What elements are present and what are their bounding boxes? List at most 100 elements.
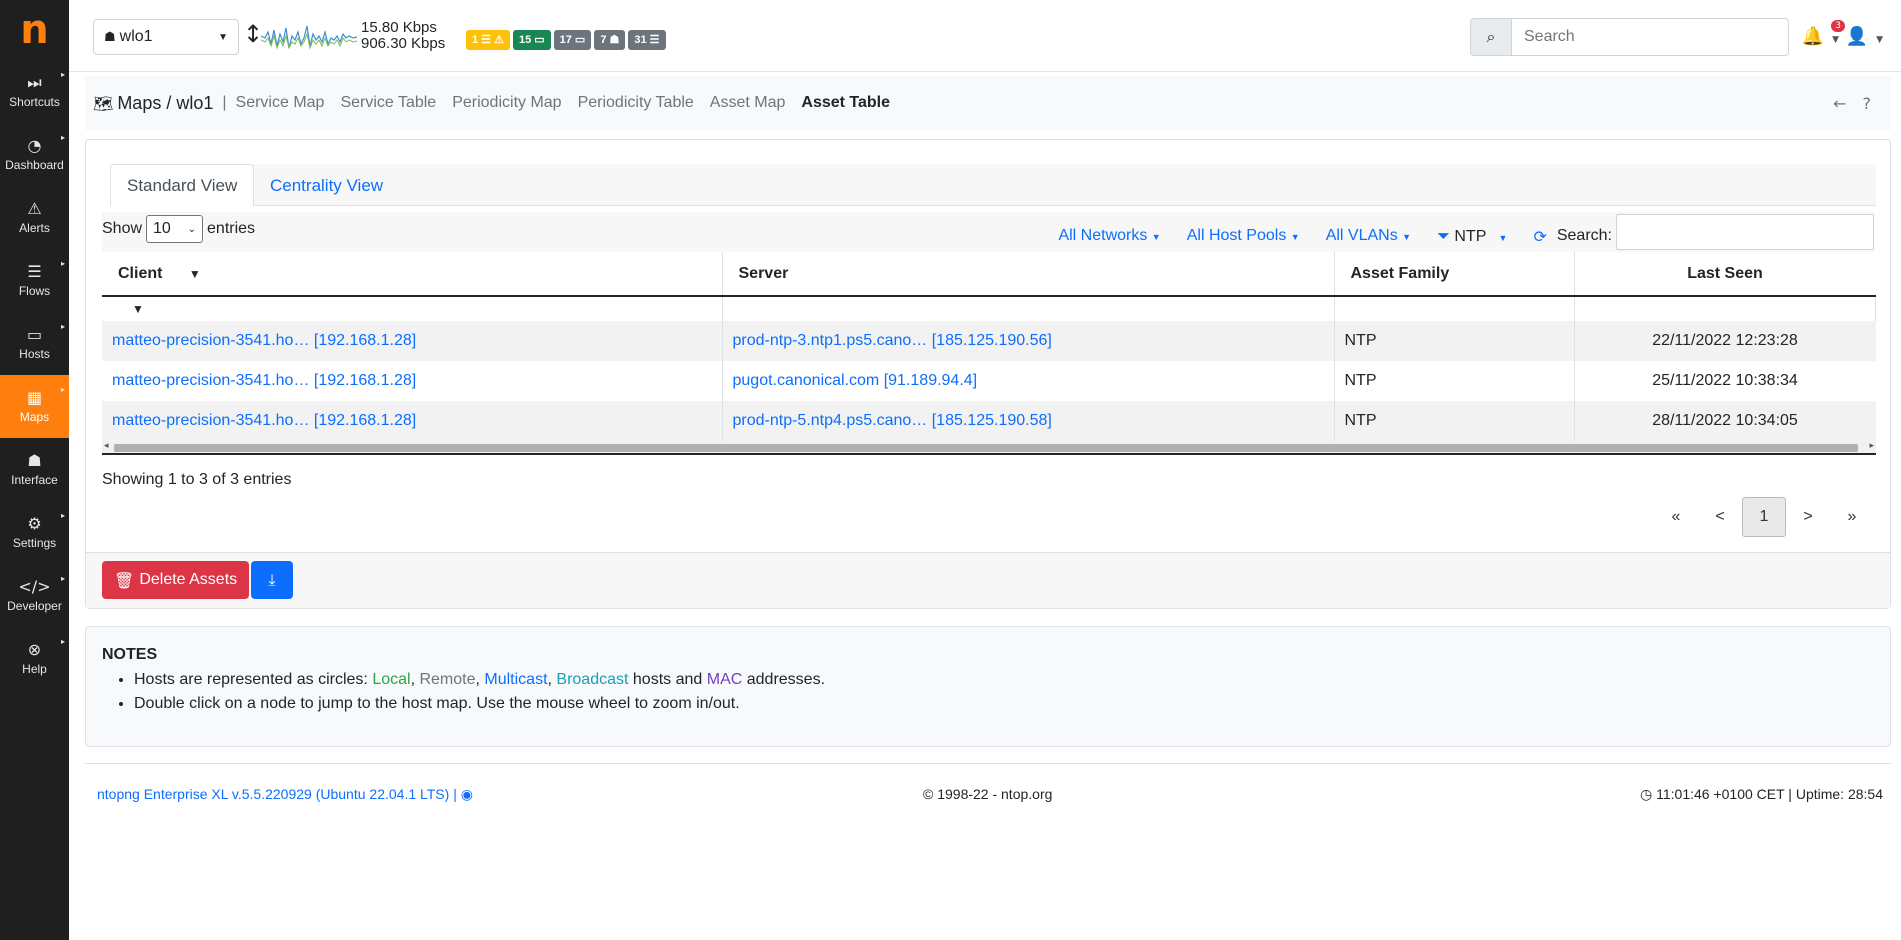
sidebar-item-dashboard[interactable]: ◔ Dashboard ▸ — [0, 123, 69, 186]
note-text: Hosts are represented as circles: — [134, 671, 373, 688]
alerts-badge[interactable]: 1 ☰ ⚠ — [466, 30, 510, 50]
caret-right-icon: ▸ — [60, 511, 65, 520]
scrollbar-thumb[interactable] — [114, 444, 1858, 452]
table-info: Showing 1 to 3 of 3 entries — [102, 471, 292, 488]
last-page-button[interactable]: » — [1830, 497, 1874, 537]
map-icon: ▦ — [26, 388, 43, 407]
horizontal-scrollbar[interactable]: ◂ ▸ — [102, 440, 1876, 455]
version-link[interactable]: ntopng Enterprise XL v.5.5.220929 (Ubunt… — [97, 786, 473, 803]
entries-per-page-select[interactable]: 10 ⌄ — [146, 215, 204, 243]
column-header-server[interactable]: Server — [722, 252, 1335, 297]
scroll-right-icon[interactable]: ▸ — [1869, 440, 1874, 451]
caret-right-icon: ▸ — [60, 385, 65, 394]
sidebar-item-label: Help — [22, 662, 47, 676]
table-search-label: Search: — [1556, 227, 1612, 244]
notes-title: NOTES — [102, 646, 158, 663]
sidebar-item-label: Hosts — [19, 347, 50, 361]
ethernet-icon: ☗ — [27, 451, 42, 470]
devices-badge[interactable]: 7 ☗ — [594, 30, 626, 50]
breadcrumb-separator: | — [222, 94, 227, 111]
caret-down-icon: ▼ — [1151, 232, 1161, 242]
vlans-filter-dropdown[interactable]: All VLANs ▼ — [1326, 227, 1411, 245]
table-search-input[interactable] — [1616, 214, 1874, 250]
server-link[interactable]: pugot.canonical.com [91.189.94.4] — [733, 372, 978, 389]
next-page-button[interactable]: > — [1786, 497, 1830, 537]
entries-select-value: 10 — [153, 220, 171, 237]
refresh-icon[interactable]: ⟳ — [1533, 227, 1546, 246]
first-page-button[interactable]: « — [1654, 497, 1698, 537]
github-icon[interactable]: ◉ — [461, 787, 473, 803]
column-header-last-seen[interactable]: Last Seen — [1574, 252, 1876, 297]
client-filter-cell[interactable]: ▼ — [102, 296, 723, 321]
notifications-button[interactable]: 🔔 3 ▼ — [1802, 20, 1845, 47]
tab-centrality-view[interactable]: Centrality View — [254, 164, 399, 207]
clock-icon: ◷ — [1640, 787, 1653, 803]
chevron-down-icon: ▼ — [1832, 35, 1839, 45]
filter-icon: ⏷ — [1437, 226, 1450, 245]
delete-assets-label: Delete Assets — [139, 571, 238, 588]
page-1-button[interactable]: 1 — [1742, 497, 1786, 537]
nav-periodicity-table[interactable]: Periodicity Table — [578, 94, 694, 112]
nav-asset-map[interactable]: Asset Map — [710, 94, 786, 112]
clock-uptime: ◷ 11:01:46 +0100 CET | Uptime: 28:54 — [1640, 786, 1883, 803]
sidebar-item-help[interactable]: ⊗ Help ▸ — [0, 627, 69, 690]
caret-right-icon: ▸ — [60, 322, 65, 331]
server-filter-cell — [722, 296, 1335, 321]
view-tabs: Standard View Centrality View — [110, 164, 1876, 207]
search-input[interactable] — [1512, 18, 1789, 56]
sidebar-item-settings[interactable]: ⚙ Settings ▸ — [0, 501, 69, 564]
column-header-asset-family[interactable]: Asset Family — [1334, 252, 1575, 297]
back-arrow-icon[interactable]: ← — [1833, 94, 1846, 113]
nav-periodicity-map[interactable]: Periodicity Map — [452, 94, 561, 112]
networks-filter-dropdown[interactable]: All Networks ▼ — [1058, 227, 1160, 245]
sidebar-item-maps[interactable]: ▦ Maps ▸ — [0, 375, 69, 438]
flows-badge[interactable]: 31 ☰ — [628, 30, 666, 50]
server-link[interactable]: prod-ntp-3.ntp1.ps5.cano… [185.125.190.5… — [733, 332, 1052, 349]
user-menu-button[interactable]: 👤 ▼ — [1846, 26, 1883, 47]
sidebar-item-shortcuts[interactable]: ⏭ Shortcuts ▸ — [0, 60, 69, 123]
nav-service-table[interactable]: Service Table — [340, 94, 436, 112]
host-pools-filter-label: All Host Pools — [1186, 227, 1287, 244]
chevron-down-icon: ⌄ — [187, 223, 197, 235]
sidebar-item-label: Alerts — [19, 221, 50, 235]
scroll-left-icon[interactable]: ◂ — [104, 440, 109, 451]
sidebar-item-flows[interactable]: ☰ Flows ▸ — [0, 249, 69, 312]
previous-page-button[interactable]: < — [1698, 497, 1742, 537]
caret-right-icon: ▸ — [60, 574, 65, 583]
sidebar-item-developer[interactable]: </> Developer ▸ — [0, 564, 69, 627]
client-link[interactable]: matteo-precision-3541.ho… [192.168.1.28] — [112, 372, 416, 389]
local-hosts-badge[interactable]: 15 ▭ — [512, 30, 551, 50]
show-label: Show — [102, 220, 143, 237]
sort-desc-icon: ▼ — [188, 266, 201, 281]
nav-service-map[interactable]: Service Map — [236, 94, 325, 112]
download-button[interactable]: ⤓ — [251, 561, 293, 599]
chevron-down-icon: ▼ — [218, 31, 228, 43]
client-link[interactable]: matteo-precision-3541.ho… [192.168.1.28] — [112, 412, 416, 429]
sidebar-item-label: Flows — [18, 284, 51, 298]
sidebar: n ⏭ Shortcuts ▸ ◔ Dashboard ▸ ⚠ Alerts ☰… — [0, 0, 69, 940]
sidebar-item-alerts[interactable]: ⚠ Alerts — [0, 186, 69, 249]
sidebar-item-interface[interactable]: ☗ Interface — [0, 438, 69, 501]
page-footer: ntopng Enterprise XL v.5.5.220929 (Ubunt… — [85, 763, 1891, 823]
table-row: matteo-precision-3541.ho… [192.168.1.28]… — [102, 321, 1876, 361]
sidebar-item-hosts[interactable]: ▭ Hosts ▸ — [0, 312, 69, 375]
host-pools-filter-dropdown[interactable]: All Host Pools ▼ — [1187, 227, 1300, 245]
delete-assets-button[interactable]: 🗑 Delete Assets — [102, 561, 250, 599]
server-link[interactable]: prod-ntp-5.ntp4.ps5.cano… [185.125.190.5… — [733, 412, 1052, 429]
help-circle-icon[interactable]: ? — [1863, 94, 1872, 113]
tab-standard-view[interactable]: Standard View — [110, 164, 255, 207]
search-icon[interactable]: ⌕ — [1470, 18, 1512, 56]
hosts-badge[interactable]: 17 ▭ — [553, 30, 592, 50]
nav-asset-table[interactable]: Asset Table — [801, 94, 890, 112]
protocol-filter-dropdown[interactable]: ⏷ NTP ▼ — [1437, 226, 1507, 246]
column-header-client[interactable]: Client ▼ — [102, 252, 723, 297]
ntop-logo[interactable]: n — [0, 0, 69, 60]
client-link[interactable]: matteo-precision-3541.ho… [192.168.1.28] — [112, 332, 416, 349]
page-title: Maps / wlo1 — [117, 92, 214, 113]
laptop-icon: ▭ — [26, 325, 43, 344]
interface-select[interactable]: ☗ wlo1 ▼ — [93, 19, 239, 55]
life-ring-icon: ⊗ — [27, 640, 42, 659]
caret-right-icon: ▸ — [60, 259, 65, 268]
status-badges: 1 ☰ ⚠ 15 ▭ 17 ▭ 7 ☗ 31 ☰ — [466, 30, 666, 50]
copyright: © 1998-22 - ntop.org — [923, 786, 1053, 802]
